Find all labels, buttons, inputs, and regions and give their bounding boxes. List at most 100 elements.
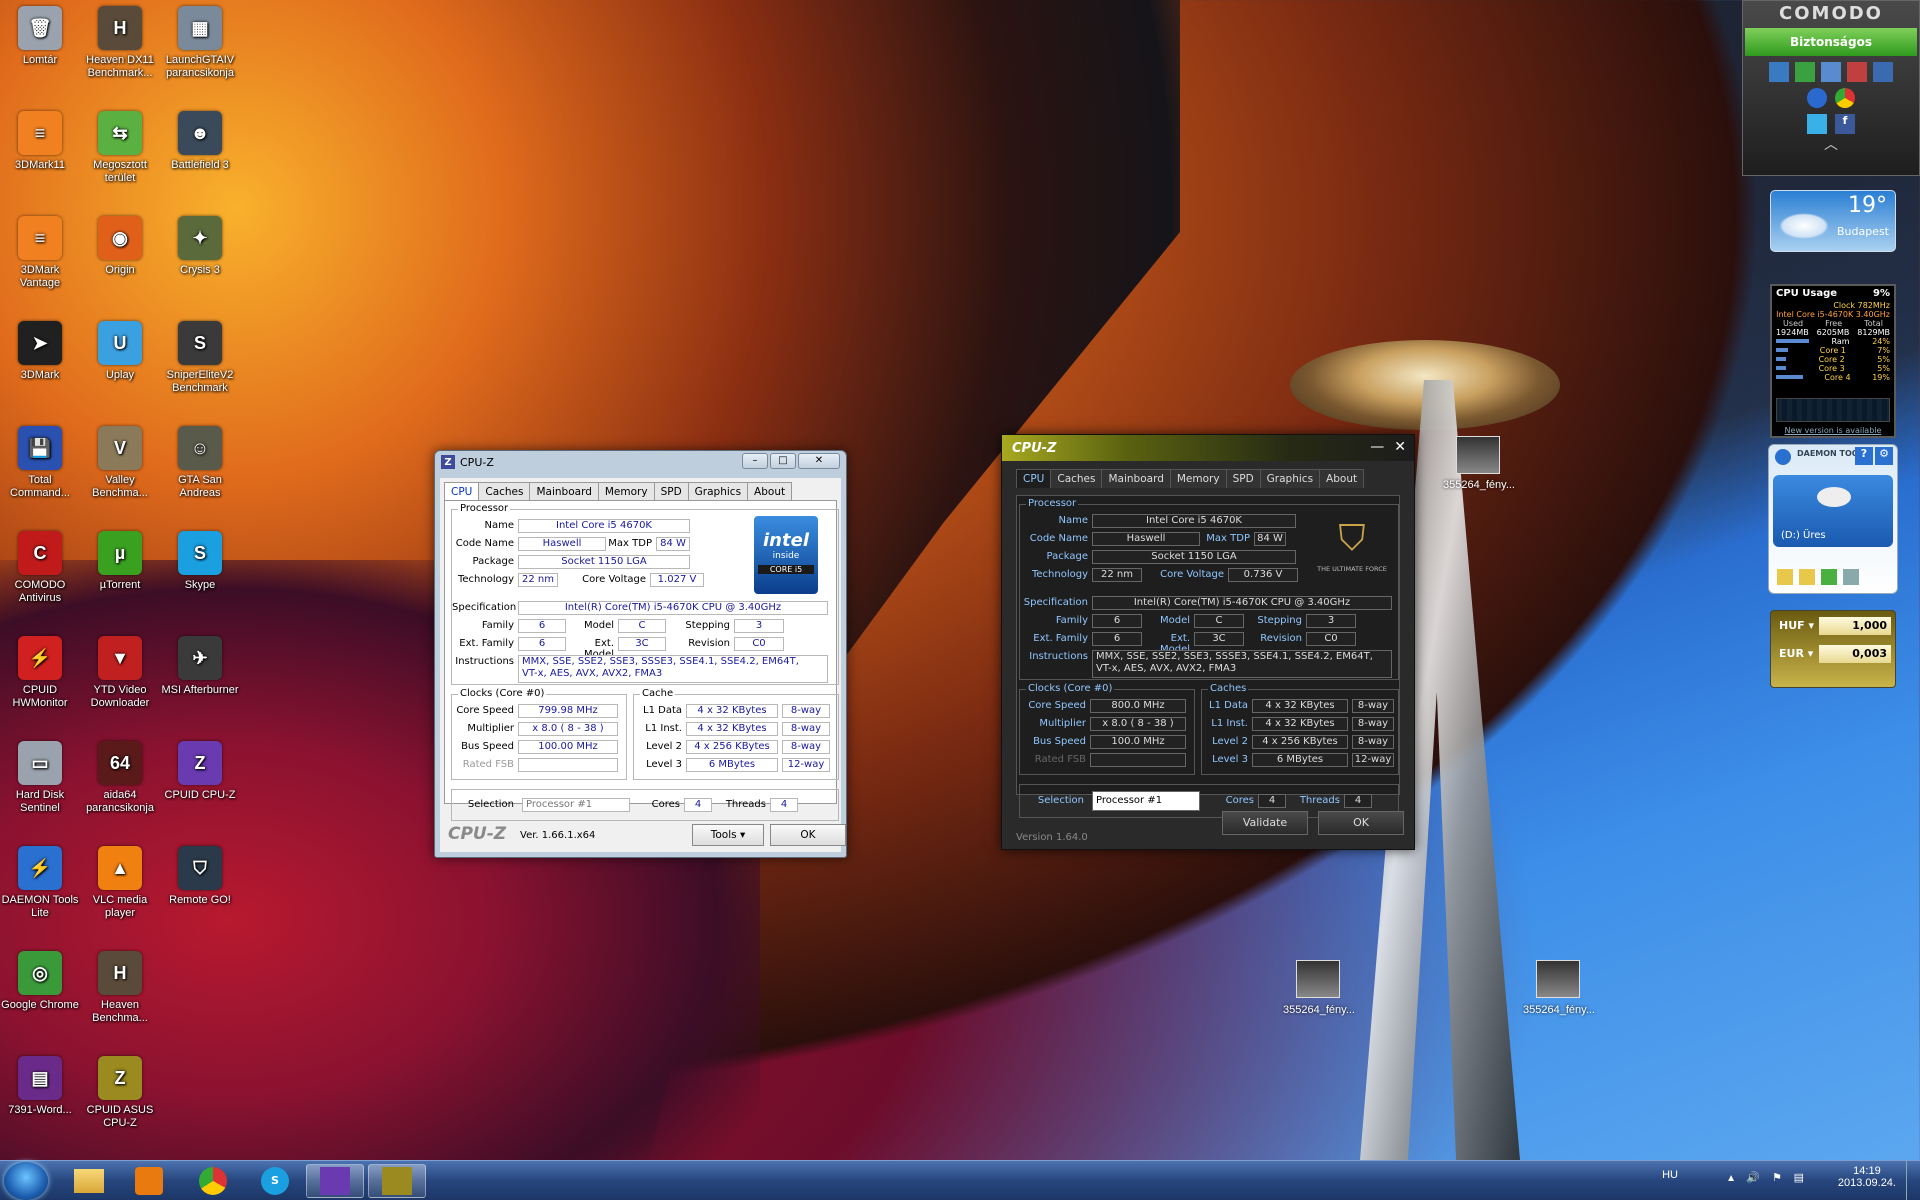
desktop-icon[interactable]: C COMODO Antivirus xyxy=(0,531,80,605)
tab-graphics[interactable]: Graphics xyxy=(687,482,749,501)
validate-button[interactable]: Validate xyxy=(1222,811,1308,835)
settings-icon[interactable]: ⚙ xyxy=(1875,447,1893,465)
ie-icon[interactable] xyxy=(1807,88,1827,108)
desktop-icon[interactable]: 64 aida64 parancsikonja xyxy=(80,741,160,815)
tools-button[interactable]: Tools ▾ xyxy=(692,824,764,846)
tab-caches[interactable]: Caches xyxy=(478,482,531,501)
desktop-icon[interactable]: 🗑 Lomtár xyxy=(0,6,80,67)
start-button[interactable] xyxy=(4,1162,48,1200)
asus-minimize-button[interactable]: — xyxy=(1370,439,1384,455)
desktop-icon[interactable]: ▤ 7391-Word... xyxy=(0,1056,80,1117)
taskbar-explorer-button[interactable] xyxy=(60,1164,118,1198)
ok-button[interactable]: OK xyxy=(770,824,846,846)
image-file-thumb[interactable] xyxy=(1456,436,1500,474)
desktop-icon[interactable]: ➤ 3DMark xyxy=(0,321,80,382)
desktop-icon[interactable]: ☻ Battlefield 3 xyxy=(160,111,240,172)
currency-value-1[interactable]: 1,000 xyxy=(1819,617,1891,635)
comodo-kiosk-icon[interactable] xyxy=(1821,62,1841,82)
desktop-icon[interactable]: ≡ 3DMark11 xyxy=(0,111,80,172)
image-file-thumb[interactable] xyxy=(1536,960,1580,998)
asus-name-value: Intel Core i5 4670K xyxy=(1092,514,1296,528)
desktop-icon[interactable]: ▲ VLC media player xyxy=(80,846,160,920)
desktop-icon[interactable]: ◉ Origin xyxy=(80,216,160,277)
show-desktop-button[interactable] xyxy=(1906,1161,1920,1200)
help-icon[interactable]: ? xyxy=(1855,447,1873,465)
desktop-icon[interactable]: U Uplay xyxy=(80,321,160,382)
desktop-icon[interactable]: ▼ YTD Video Downloader xyxy=(80,636,160,710)
maximize-button[interactable]: □ xyxy=(770,453,796,469)
processor-select[interactable]: Processor #1 xyxy=(522,798,630,812)
asus-tab-cpu[interactable]: CPU xyxy=(1016,469,1052,488)
image-file-thumb[interactable] xyxy=(1296,960,1340,998)
minimize-button[interactable]: – xyxy=(742,453,768,469)
desktop-icon[interactable]: ☺ GTA San Andreas xyxy=(160,426,240,500)
desktop-icon[interactable]: ◎ Google Chrome xyxy=(0,951,80,1012)
currency-code-2[interactable]: EUR ▾ xyxy=(1779,647,1813,660)
remove-drive-icon[interactable] xyxy=(1843,569,1859,585)
taskbar-cpuz-asus-button[interactable] xyxy=(368,1164,426,1198)
desktop-icon[interactable]: ⛉ Remote GO! xyxy=(160,846,240,907)
network-icon[interactable]: ▤ xyxy=(1794,1171,1804,1184)
cpuz-asus-window[interactable]: CPU-Z — ✕ CPU Caches Mainboard Memory SPD… xyxy=(1001,434,1415,850)
asus-tab-memory[interactable]: Memory xyxy=(1169,469,1227,488)
collapse-chevron-icon[interactable]: ︿ xyxy=(1743,134,1919,154)
asus-tab-about[interactable]: About xyxy=(1319,469,1365,488)
tab-spd[interactable]: SPD xyxy=(653,482,689,501)
facebook-icon[interactable]: f xyxy=(1835,114,1855,134)
asus-tab-graphics[interactable]: Graphics xyxy=(1259,469,1321,488)
asus-close-button[interactable]: ✕ xyxy=(1394,439,1406,455)
desktop-icon[interactable]: ≡ 3DMark Vantage xyxy=(0,216,80,290)
clock[interactable]: 14:19 2013.09.24. xyxy=(1838,1165,1896,1189)
new-version-link[interactable]: New version is available xyxy=(1772,426,1894,435)
image-catalog-icon[interactable] xyxy=(1799,569,1815,585)
close-button[interactable]: ✕ xyxy=(798,453,840,469)
desktop-icon[interactable]: ⚡ DAEMON Tools Lite xyxy=(0,846,80,920)
show-hidden-icons[interactable]: ▲ xyxy=(1726,1173,1736,1184)
add-drive-icon[interactable] xyxy=(1821,569,1837,585)
desktop-icon[interactable]: S SniperEliteV2 Benchmark xyxy=(160,321,240,395)
desktop-icon[interactable]: Z CPUID CPU-Z xyxy=(160,741,240,802)
asus-ok-button[interactable]: OK xyxy=(1318,811,1404,835)
desktop-icon[interactable]: S Skype xyxy=(160,531,240,592)
asus-processor-select[interactable]: Processor #1 xyxy=(1092,791,1200,811)
currency-value-2[interactable]: 0,003 xyxy=(1819,645,1891,663)
action-center-flag-icon[interactable]: ⚑ xyxy=(1772,1171,1782,1184)
chrome-icon[interactable] xyxy=(1835,88,1855,108)
taskbar-cpuz-button[interactable] xyxy=(306,1164,364,1198)
virtual-drive[interactable]: (D:) Üres xyxy=(1773,475,1893,547)
taskbar-skype-button[interactable]: S xyxy=(246,1164,304,1198)
mount-icon[interactable] xyxy=(1777,569,1793,585)
volume-icon[interactable]: 🔊 xyxy=(1746,1171,1760,1184)
comodo-scan-icon[interactable] xyxy=(1847,62,1867,82)
comodo-sandbox-icon[interactable] xyxy=(1795,62,1815,82)
tab-mainboard[interactable]: Mainboard xyxy=(529,482,599,501)
currency-code-1[interactable]: HUF ▾ xyxy=(1779,619,1814,632)
asus-tab-caches[interactable]: Caches xyxy=(1050,469,1103,488)
desktop-icon[interactable]: Z CPUID ASUS CPU-Z xyxy=(80,1056,160,1130)
desktop-icon[interactable]: ▦ LaunchGTAIV parancsikonja xyxy=(160,6,240,80)
tab-memory[interactable]: Memory xyxy=(597,482,655,501)
asus-tab-mainboard[interactable]: Mainboard xyxy=(1101,469,1171,488)
desktop-icon[interactable]: ✈ MSI Afterburner xyxy=(160,636,240,697)
comodo-tasks-icon[interactable] xyxy=(1769,62,1789,82)
tab-about[interactable]: About xyxy=(747,482,793,501)
desktop-icon[interactable]: ▭ Hard Disk Sentinel xyxy=(0,741,80,815)
desktop-icon[interactable]: H Heaven Benchma... xyxy=(80,951,160,1025)
desktop-icon[interactable]: ⇆ Megosztott terület xyxy=(80,111,160,185)
asus-tab-spd[interactable]: SPD xyxy=(1225,469,1261,488)
comodo-monitor-icon[interactable] xyxy=(1873,62,1893,82)
desktop-icon[interactable]: µ µTorrent xyxy=(80,531,160,592)
language-indicator[interactable]: HU xyxy=(1662,1169,1678,1181)
cpuz-window[interactable]: Z CPU-Z – □ ✕ CPU Caches Mainboard Memor… xyxy=(434,450,847,858)
desktop-icon[interactable]: ✦ Crysis 3 xyxy=(160,216,240,277)
desktop-icon[interactable]: ⚡ CPUID HWMonitor xyxy=(0,636,80,710)
taskbar-chrome-button[interactable] xyxy=(184,1164,242,1198)
twitter-icon[interactable] xyxy=(1807,114,1827,134)
tab-cpu[interactable]: CPU xyxy=(444,482,480,501)
cpuz-asus-titlebar[interactable]: CPU-Z xyxy=(1002,435,1414,461)
comodo-status-button[interactable]: Biztonságos xyxy=(1745,28,1917,56)
desktop-icon[interactable]: V Valley Benchma... xyxy=(80,426,160,500)
taskbar-media-player-button[interactable] xyxy=(120,1164,178,1198)
desktop-icon[interactable]: 💾 Total Command... xyxy=(0,426,80,500)
desktop-icon[interactable]: H Heaven DX11 Benchmark... xyxy=(80,6,160,80)
